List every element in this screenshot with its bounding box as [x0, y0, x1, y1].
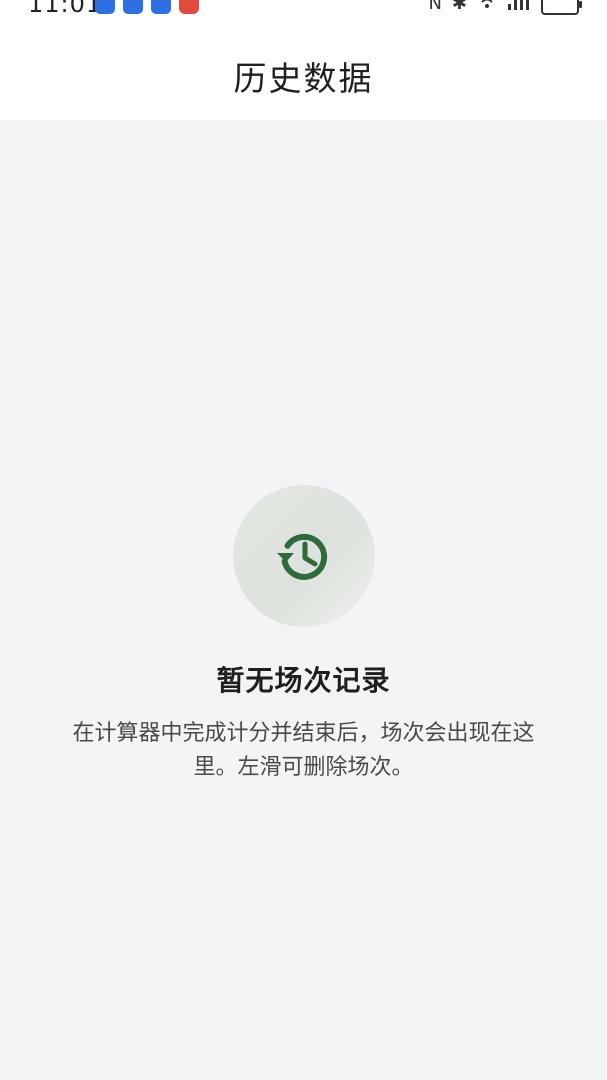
app-icon [123, 0, 143, 14]
history-icon [276, 533, 327, 580]
wifi-icon [477, 0, 497, 15]
app-icon [151, 0, 171, 14]
status-bar: 11:01 N ✱ [0, 0, 607, 22]
empty-state: 暂无场次记录 在计算器中完成计分并结束后，场次会出现在这里。左滑可删除场次。 [0, 485, 607, 785]
notification-icons [95, 0, 199, 14]
app-icon [95, 0, 115, 14]
system-icons: N ✱ [428, 0, 582, 15]
status-time: 11:01 [28, 0, 103, 18]
page-title: 历史数据 [233, 59, 374, 98]
nfc-icon: N [428, 0, 442, 14]
bluetooth-icon: ✱ [451, 0, 467, 14]
history-icon-circle [232, 485, 375, 627]
header: 历史数据 [0, 22, 607, 120]
signal-icon [507, 0, 531, 15]
empty-state-title: 暂无场次记录 [216, 664, 391, 697]
battery-icon [541, 0, 582, 15]
empty-state-description: 在计算器中完成计分并结束后，场次会出现在这里。左滑可删除场次。 [72, 721, 535, 780]
app-icon [179, 0, 199, 14]
